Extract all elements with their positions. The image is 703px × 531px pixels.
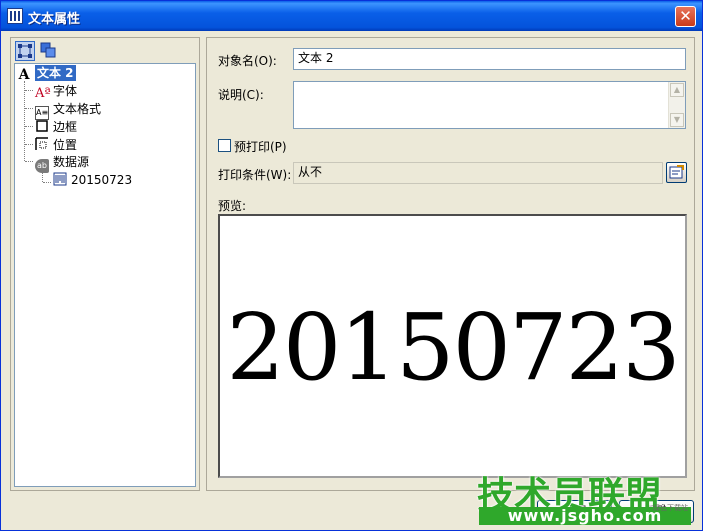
- position-icon: [35, 137, 49, 151]
- title-bar[interactable]: 文本属性 ✕: [1, 1, 702, 31]
- description-label: 说明(C):: [218, 88, 264, 102]
- tree-root-text-2[interactable]: A 文本 2: [17, 65, 76, 83]
- object-tree[interactable]: A 文本 2 Aª 字体 A≡ 文本格式 边框 位置 ab 数据源 20150723: [14, 63, 196, 487]
- object-tree-pane: A 文本 2 Aª 字体 A≡ 文本格式 边框 位置 ab 数据源 20150723: [10, 37, 200, 491]
- app-icon: [7, 8, 23, 24]
- object-view-button[interactable]: [15, 41, 35, 61]
- layer-view-button[interactable]: [39, 41, 59, 61]
- properties-pane: 对象名(O): 文本 2 说明(C): ▲ ▼ 预打印(P) 打印条件(W): …: [206, 37, 695, 491]
- object-name-label: 对象名(O):: [218, 54, 277, 68]
- text-properties-dialog: 文本属性 ✕ A 文本 2 Aª 字体 A≡ 文本格式 边框 位置 ab 数据源…: [0, 0, 703, 531]
- tree-item-position[interactable]: 位置: [35, 137, 77, 153]
- barcode-icon: [53, 172, 67, 186]
- object-name-input[interactable]: 文本 2: [293, 48, 686, 70]
- layers-icon: [40, 42, 56, 58]
- description-scrollbar[interactable]: ▲ ▼: [668, 82, 685, 128]
- tree-item-font[interactable]: Aª 字体: [35, 83, 77, 101]
- print-condition-button[interactable]: [666, 162, 687, 183]
- text-format-icon: A≡: [35, 106, 49, 120]
- font-icon: Aª: [35, 86, 51, 101]
- preprint-checkbox[interactable]: [218, 139, 231, 152]
- data-source-icon: ab: [35, 159, 49, 173]
- tree-item-border[interactable]: 边框: [35, 119, 77, 135]
- border-icon: [35, 119, 49, 133]
- text-object-icon: A: [18, 67, 30, 83]
- print-condition-field: 从不: [293, 162, 663, 184]
- description-textarea[interactable]: ▲ ▼: [293, 81, 686, 129]
- tree-item-text-format[interactable]: A≡ 文本格式: [35, 101, 101, 120]
- close-button[interactable]: ✕: [675, 6, 696, 27]
- window-title: 文本属性: [28, 12, 81, 27]
- print-condition-label: 打印条件(W):: [218, 168, 292, 182]
- tree-item-data-field[interactable]: 20150723: [53, 172, 132, 188]
- preview-label: 预览:: [218, 199, 247, 213]
- watermark-small-text: 绿色下载站: [653, 504, 688, 512]
- edit-condition-icon: [669, 165, 684, 179]
- site-watermark: 技术员联盟 www.jsgho.com 绿色下载站: [477, 467, 693, 529]
- preview-area: 20150723: [218, 214, 687, 478]
- preprint-label: 预打印(P): [234, 140, 287, 154]
- scroll-down-icon[interactable]: ▼: [670, 113, 684, 127]
- scroll-up-icon[interactable]: ▲: [670, 83, 684, 97]
- object-view-icon: [18, 44, 32, 58]
- preview-text: 20150723: [226, 294, 680, 401]
- tree-item-data-source[interactable]: ab 数据源: [35, 154, 89, 173]
